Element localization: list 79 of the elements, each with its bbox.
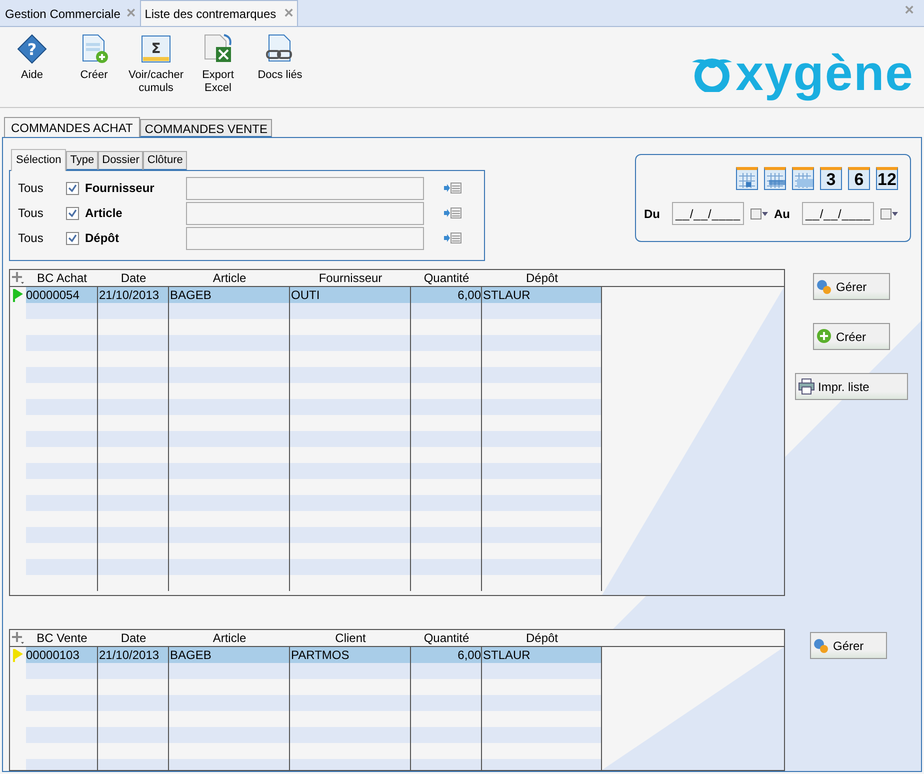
column-chooser-button[interactable] xyxy=(10,630,26,646)
tab[interactable]: Dossier xyxy=(98,151,144,170)
sigma-grid-icon: Σ xyxy=(140,33,172,65)
checkbox[interactable] xyxy=(66,232,79,244)
text-field[interactable] xyxy=(186,176,424,200)
date-label: Du xyxy=(644,206,660,222)
arrow-list-icon xyxy=(444,182,462,194)
help-icon: ? xyxy=(16,33,48,65)
check-icon xyxy=(68,208,77,218)
checkbox[interactable] xyxy=(66,182,79,194)
action-button[interactable]: Gérer xyxy=(810,632,887,659)
date-picker-button[interactable] xyxy=(880,208,898,220)
calendar-period-button[interactable]: 3 xyxy=(820,167,842,190)
toolbar-button[interactable]: Export Excel xyxy=(190,33,246,95)
calendar-period-button[interactable] xyxy=(764,167,786,190)
tab[interactable]: COMMANDES ACHAT xyxy=(4,117,140,138)
document-tab[interactable]: Liste des contremarques × xyxy=(140,0,298,26)
column-header[interactable]: Quantité xyxy=(411,270,482,286)
calendar-dropdown-icon xyxy=(750,208,768,220)
column-header[interactable]: Fournisseur xyxy=(290,270,411,286)
list-picker-button[interactable] xyxy=(444,182,462,194)
column-header[interactable]: Dépôt xyxy=(482,630,602,646)
filter-label: Tous xyxy=(18,180,44,197)
calendar-dropdown-icon xyxy=(880,208,898,220)
action-button[interactable]: Impr. liste xyxy=(795,373,908,400)
date-label: Au xyxy=(774,206,790,222)
tab[interactable]: COMMANDES VENTE xyxy=(140,119,272,137)
column-header[interactable]: Date xyxy=(98,270,169,286)
text-field[interactable] xyxy=(186,202,424,224)
calendar-grid-icon xyxy=(765,170,785,188)
date-field[interactable]: __/__/____ xyxy=(672,202,744,225)
filter-name: Fournisseur xyxy=(85,180,156,197)
filter-label: Tous xyxy=(18,205,44,222)
column-header[interactable]: Dépôt xyxy=(482,270,602,286)
toolbar-button[interactable]: ? Aide xyxy=(4,33,60,95)
tab[interactable]: Clôture xyxy=(143,151,187,170)
calendar-period-button[interactable] xyxy=(792,167,814,190)
date-picker-button[interactable] xyxy=(750,208,768,220)
date-field[interactable]: __/__/____ xyxy=(802,202,874,225)
column-chooser-button[interactable] xyxy=(10,270,26,286)
table-row[interactable]: 00000103 21/10/2013 BAGEB PARTMOS 6,00 STLAUR xyxy=(10,647,602,663)
filter-name: Article xyxy=(85,205,124,222)
column-header[interactable]: Date xyxy=(98,630,169,646)
table-row[interactable]: 00000054 21/10/2013 BAGEB OUTI 6,00 STLAUR xyxy=(10,287,602,303)
logo-text: xygène xyxy=(736,44,914,103)
filter-label: Tous xyxy=(18,230,44,247)
check-icon xyxy=(68,184,77,192)
calendar-period-button[interactable]: 12 xyxy=(876,167,898,190)
calendar-period-button[interactable] xyxy=(736,167,758,190)
column-header[interactable]: Quantité xyxy=(411,630,482,646)
plus-circle-icon xyxy=(816,328,833,345)
printer-icon xyxy=(798,378,815,395)
check-icon xyxy=(68,234,77,242)
arrow-list-icon xyxy=(444,207,462,219)
column-header[interactable]: Client xyxy=(290,630,411,646)
filter-name: Dépôt xyxy=(85,230,120,247)
action-button[interactable]: Créer xyxy=(813,323,890,350)
action-button[interactable]: Gérer xyxy=(813,273,890,300)
column-header[interactable]: Article xyxy=(169,270,290,286)
toolbar-button[interactable]: Créer xyxy=(66,33,122,95)
calendar-period-button[interactable]: 6 xyxy=(848,167,870,190)
list-picker-button[interactable] xyxy=(444,207,462,219)
excel-export-icon xyxy=(202,33,234,65)
toolbar-button[interactable]: Docs liés xyxy=(252,33,308,95)
column-header[interactable]: BC Achat xyxy=(26,270,98,286)
list-picker-button[interactable] xyxy=(444,232,462,244)
plus-icon xyxy=(12,272,24,284)
tab[interactable]: Type xyxy=(66,151,98,170)
plus-icon xyxy=(12,632,24,644)
document-tab[interactable]: Gestion Commerciale × xyxy=(1,2,140,26)
arrow-list-icon xyxy=(444,232,462,244)
text-field[interactable] xyxy=(186,226,424,250)
tab[interactable]: Sélection xyxy=(11,149,66,171)
calendar-grid-icon xyxy=(737,170,757,188)
toolbar-button[interactable]: Σ Voir/cacher cumuls xyxy=(128,33,184,95)
checkbox[interactable] xyxy=(66,206,79,220)
column-header[interactable]: Article xyxy=(169,630,290,646)
calendar-grid-icon xyxy=(793,170,813,188)
column-header[interactable]: BC Vente xyxy=(26,630,98,646)
